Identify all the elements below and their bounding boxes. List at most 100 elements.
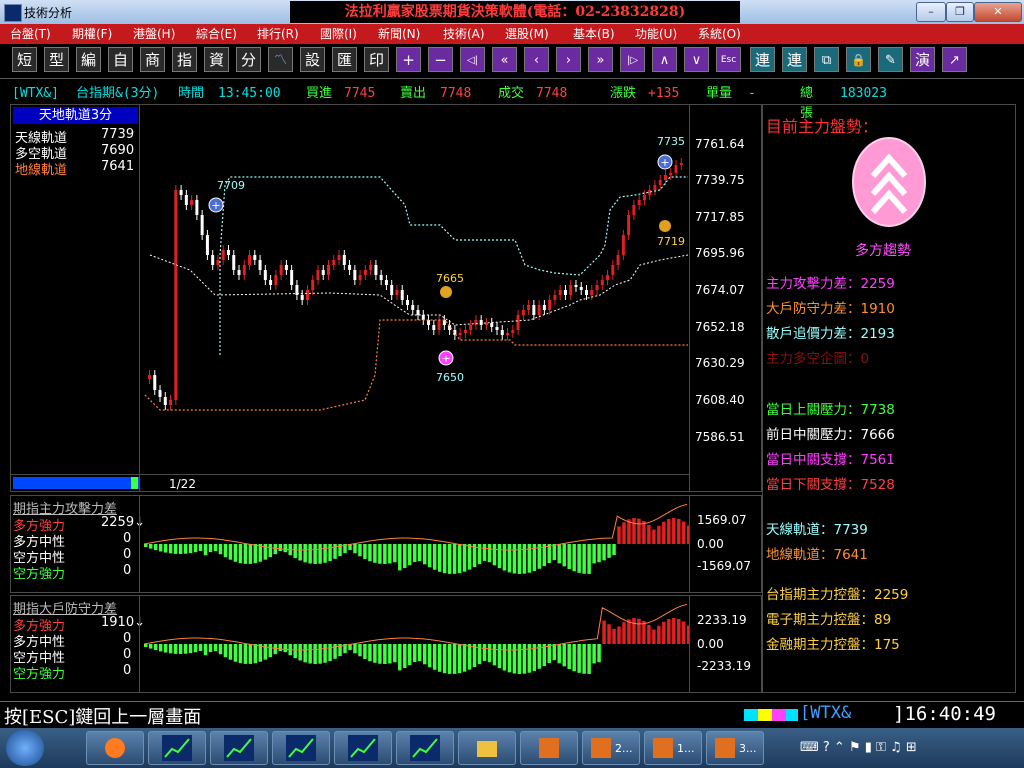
menu-item[interactable]: 綜合(E) [196, 24, 237, 44]
menu-item[interactable]: 排行(R) [257, 24, 299, 44]
export-button[interactable]: 匯 [332, 47, 357, 72]
attack-histogram[interactable] [140, 496, 689, 592]
last-icon[interactable]: |▷ [620, 47, 645, 72]
divider [11, 474, 689, 475]
legend-mid-value: 7690 [101, 143, 135, 158]
maximize-button[interactable]: ❐ [946, 2, 974, 22]
short-term-button[interactable]: 短 [12, 47, 37, 72]
menu-item[interactable]: 港盤(H) [133, 24, 175, 44]
zoom-in-button[interactable]: + [396, 47, 421, 72]
settings-button[interactable]: 設 [300, 47, 325, 72]
taskbar-app-3[interactable]: 3... [706, 731, 764, 765]
product-button[interactable]: 商 [140, 47, 165, 72]
draw-icon[interactable]: ↗ [942, 47, 967, 72]
candle-body [216, 260, 220, 265]
status-clock: ]16:40:49 [893, 703, 996, 725]
taskbar-firefox[interactable] [86, 731, 144, 765]
candle-body [427, 320, 431, 325]
histogram-bar [432, 644, 437, 670]
zoom-out-button[interactable]: − [428, 47, 453, 72]
histogram-bar [632, 518, 636, 544]
custom-button[interactable]: 自 [108, 47, 133, 72]
defense-diff: 大戶防守力差：1910 [766, 301, 895, 317]
histogram-bar [303, 544, 307, 563]
taskbar-app-2[interactable]: 2... [582, 731, 640, 765]
histogram-bar [298, 544, 302, 561]
day-mid-support: 當日中關支撐：7561 [766, 452, 895, 468]
menu-item[interactable]: 台盤(T) [10, 24, 51, 44]
down-icon[interactable]: ∨ [684, 47, 709, 72]
forward-icon[interactable]: › [556, 47, 581, 72]
histogram-bar [652, 629, 656, 644]
histogram-bar [677, 518, 681, 544]
esc-button[interactable]: Esc [716, 47, 741, 72]
first-icon[interactable]: ◁| [460, 47, 485, 72]
data-button[interactable]: 資 [204, 47, 229, 72]
scroll-thumb[interactable] [131, 477, 138, 489]
menu-item[interactable]: 期權(F) [72, 24, 112, 44]
link-button[interactable]: 連 [750, 47, 775, 72]
main-chart-panel[interactable]: 天地軌道3分 天線軌道 7739 多空軌道 7690 地線軌道 7641 1/2… [10, 104, 762, 492]
window-icon[interactable]: ⧉ [814, 47, 839, 72]
pattern-button[interactable]: 型 [44, 47, 69, 72]
minute-button[interactable]: 分 [236, 47, 261, 72]
menu-item[interactable]: 國際(I) [320, 24, 357, 44]
menu-item[interactable]: 選股(M) [505, 24, 549, 44]
histogram-bar [313, 644, 317, 664]
candle-body [158, 390, 162, 397]
candlestick-chart[interactable]: + 7709 7665 + 7650 + 7735 7719 [140, 105, 689, 473]
print-button[interactable]: 印 [364, 47, 389, 72]
fast-back-icon[interactable]: « [492, 47, 517, 72]
histogram-bar [323, 644, 327, 663]
candle-body [405, 300, 409, 305]
lock-icon[interactable]: 🔒 [846, 47, 871, 72]
minimize-button[interactable]: – [916, 2, 946, 22]
pen-icon[interactable]: ✎ [878, 47, 903, 72]
taskbar-chart-app[interactable] [272, 731, 330, 765]
taskbar-chart-app[interactable] [334, 731, 392, 765]
defense-histogram[interactable] [140, 596, 689, 692]
fast-forward-icon[interactable]: » [588, 47, 613, 72]
histogram-bar [283, 644, 287, 653]
histogram-bar [378, 544, 382, 564]
histogram-bar [238, 644, 243, 664]
y-tick: 7674.07 [695, 283, 745, 297]
candle-body [148, 375, 151, 379]
histogram-bar [572, 544, 576, 572]
close-button[interactable]: ✕ [974, 2, 1022, 22]
candle-body [353, 270, 357, 280]
taskbar-chart-app[interactable] [396, 731, 454, 765]
indicator-button[interactable]: 指 [172, 47, 197, 72]
taskbar-chart-app[interactable] [148, 731, 206, 765]
up-icon[interactable]: ∧ [652, 47, 677, 72]
taskbar-app[interactable] [520, 731, 578, 765]
menu-item[interactable]: 技術(A) [443, 24, 485, 44]
edit-button[interactable]: 編 [76, 47, 101, 72]
attack-power-panel[interactable]: 期指主力攻擊力差 多方強力 2259↓ 多方中性 0 空方中性 0 空方強力 0… [10, 495, 762, 593]
status-code: [WTX& [800, 703, 852, 723]
candle-body [611, 265, 615, 275]
quote-time-label: 時間 [178, 86, 205, 101]
menu-item[interactable]: 基本(B) [573, 24, 615, 44]
link-button-2[interactable]: 連 [782, 47, 807, 72]
taskbar-app-1[interactable]: 1... [644, 731, 702, 765]
menu-item[interactable]: 功能(U) [635, 24, 677, 44]
scroll-track[interactable] [13, 477, 139, 489]
start-button[interactable] [6, 730, 44, 766]
demo-button[interactable]: 演 [910, 47, 935, 72]
taskbar-chart-app[interactable] [210, 731, 268, 765]
tray-icons[interactable]: ⌨ ? ⌃ ⚑ ▮ ⚿ ♫ ⊞ [800, 740, 917, 755]
marker-label: 7709 [217, 179, 245, 192]
legend-lower-value: 7641 [101, 159, 135, 174]
candle-body [527, 305, 531, 310]
histogram-bar [502, 644, 507, 671]
histogram-bar [203, 644, 208, 656]
menu-item[interactable]: 系統(O) [698, 24, 741, 44]
menu-item[interactable]: 新聞(N) [378, 24, 420, 44]
back-icon[interactable]: ‹ [524, 47, 549, 72]
line-chart-icon[interactable]: 〽 [268, 47, 293, 72]
candle-body [479, 320, 483, 325]
taskbar-folder[interactable] [458, 731, 516, 765]
histogram-bar [562, 644, 566, 667]
defense-power-panel[interactable]: 期指大戶防守力差 多方強力 1910↓ 多方中性 0 空方中性 0 空方強力 0… [10, 595, 762, 693]
